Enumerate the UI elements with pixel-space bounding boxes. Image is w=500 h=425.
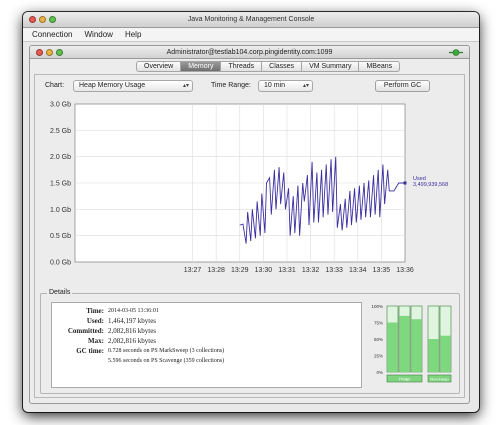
y-tick-label: 0.5 Gb xyxy=(50,233,71,240)
bar-tick-label: 25% xyxy=(374,354,383,359)
non-heap-bar-fill xyxy=(440,335,451,372)
window-titlebar: Java Monitoring & Management Console xyxy=(23,12,479,28)
time-range-select[interactable]: 10 min ▴▾ xyxy=(258,80,313,92)
memory-panel: Chart: Heap Memory Usage ▴▾ Time Range: … xyxy=(34,74,465,398)
heap-bar-fill xyxy=(399,315,410,372)
time-range-label: Time Range: xyxy=(211,82,251,89)
y-tick-label: 2.5 Gb xyxy=(50,128,71,135)
x-tick-label: 13:29 xyxy=(231,267,249,274)
tab-memory[interactable]: Memory xyxy=(181,61,222,72)
details-box: Time: 2014-03-05 13:36:01 Used: 1,464,19… xyxy=(51,302,362,388)
details-section: Details Time: 2014-03-05 13:36:01 Used: … xyxy=(40,289,460,394)
tab-classes[interactable]: Classes xyxy=(262,61,303,72)
gc-time-label: GC time: xyxy=(76,347,104,355)
main-window: Java Monitoring & Management Console Con… xyxy=(23,12,479,412)
connection-status-icon[interactable] xyxy=(449,49,463,56)
tab-bar: Overview Memory Threads Classes VM Summa… xyxy=(136,61,401,72)
chart-select[interactable]: Heap Memory Usage ▴▾ xyxy=(73,80,193,92)
x-tick-label: 13:35 xyxy=(373,267,391,274)
connection-titlebar: Administrator@testlab104.corp.pingidenti… xyxy=(30,46,469,59)
y-tick-label: 1.0 Gb xyxy=(50,207,71,214)
max-value: 2,082,816 kbytes xyxy=(108,337,157,345)
memory-pool-bars: 100% 75% 50% 25% 0% Heap Non-Heap xyxy=(371,304,452,383)
perform-gc-button[interactable]: Perform GC xyxy=(375,80,430,92)
used-series-marker xyxy=(403,181,407,185)
x-tick-label: 13:33 xyxy=(325,267,343,274)
y-tick-label: 3.0 Gb xyxy=(50,102,71,109)
menu-window[interactable]: Window xyxy=(84,28,112,41)
heap-memory-chart: 0.0 Gb 0.5 Gb 1.0 Gb 1.5 Gb 2.0 Gb 2.5 Gb 3.0 … xyxy=(50,102,448,275)
chevron-down-icon: ▴▾ xyxy=(182,83,189,89)
max-label: Max: xyxy=(88,337,104,345)
heap-label: Heap xyxy=(399,377,410,382)
time-range-value: 10 min xyxy=(264,82,286,89)
minimize-connection-button[interactable] xyxy=(46,49,53,56)
chart-controls: Chart: Heap Memory Usage ▴▾ Time Range: … xyxy=(45,79,460,93)
zoom-window-button[interactable] xyxy=(49,16,56,23)
non-heap-label: Non-Heap xyxy=(430,377,449,382)
minimize-window-button[interactable] xyxy=(39,16,46,23)
x-tick-label: 13:36 xyxy=(396,267,414,274)
bar-tick-label: 100% xyxy=(371,304,383,309)
close-window-button[interactable] xyxy=(29,16,36,23)
gc-marksweep-value: 0.728 seconds on PS MarkSweep (3 collect… xyxy=(108,348,225,354)
x-tick-label: 13:30 xyxy=(255,267,273,274)
connection-title: Administrator@testlab104.corp.pingidenti… xyxy=(166,49,333,56)
x-tick-label: 13:31 xyxy=(278,267,296,274)
bar-tick-label: 75% xyxy=(374,321,383,326)
window-title: Java Monitoring & Management Console xyxy=(187,16,315,23)
time-value: 2014-03-05 13:36:01 xyxy=(108,308,159,314)
window-controls xyxy=(29,16,56,23)
close-connection-button[interactable] xyxy=(36,49,43,56)
legend-used-value: 3,499,939,568 xyxy=(413,182,448,188)
tab-vm-summary[interactable]: VM Summary xyxy=(302,61,360,72)
chevron-down-icon: ▴▾ xyxy=(302,83,309,89)
zoom-connection-button[interactable] xyxy=(56,49,63,56)
x-tick-label: 13:28 xyxy=(207,267,225,274)
committed-label: Committed: xyxy=(67,327,104,335)
chart-label: Chart: xyxy=(45,82,65,89)
menu-connection[interactable]: Connection xyxy=(32,28,72,41)
x-tick-label: 13:27 xyxy=(184,267,202,274)
connection-window-controls xyxy=(36,49,63,56)
x-tick-label: 13:32 xyxy=(302,267,320,274)
tab-overview[interactable]: Overview xyxy=(136,61,182,72)
tab-mbeans[interactable]: MBeans xyxy=(359,61,401,72)
gc-scavenge-value: 5.596 seconds on PS Scavenge (359 collec… xyxy=(108,358,225,364)
committed-value: 2,082,816 kbytes xyxy=(108,327,157,335)
y-tick-label: 2.0 Gb xyxy=(50,154,71,161)
bar-tick-label: 0% xyxy=(376,370,383,375)
menu-bar: Connection Window Help xyxy=(23,28,479,42)
heap-bar-fill xyxy=(411,319,422,372)
y-tick-label: 0.0 Gb xyxy=(50,260,71,267)
non-heap-bar-fill xyxy=(428,339,439,372)
connection-window: Administrator@testlab104.corp.pingidenti… xyxy=(29,45,470,404)
used-label: Used: xyxy=(86,317,104,325)
used-value: 1,464,197 kbytes xyxy=(108,317,157,325)
tab-threads[interactable]: Threads xyxy=(221,61,263,72)
x-tick-label: 13:34 xyxy=(349,267,367,274)
time-label: Time: xyxy=(86,307,104,315)
y-tick-label: 1.5 Gb xyxy=(50,181,71,188)
details-title: Details xyxy=(47,289,73,296)
chart-select-value: Heap Memory Usage xyxy=(79,82,146,89)
bar-tick-label: 50% xyxy=(374,337,383,342)
menu-help[interactable]: Help xyxy=(125,28,141,41)
heap-bar-fill xyxy=(387,322,398,372)
